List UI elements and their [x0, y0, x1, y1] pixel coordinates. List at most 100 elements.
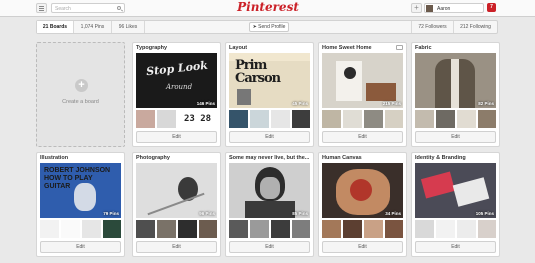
- board-cover[interactable]: 34 Pins: [322, 163, 403, 218]
- tab-pins[interactable]: 1,074 Pins: [74, 21, 112, 33]
- board-identity-branding[interactable]: Identity & Branding 105 Pins Edit: [411, 152, 500, 257]
- board-cover[interactable]: Prim Carson 45 Pins: [229, 53, 310, 108]
- board-cover[interactable]: 96 Pins: [136, 163, 217, 218]
- board-title: Fabric: [415, 45, 432, 51]
- pin-count: 85 Pins: [292, 211, 308, 216]
- thumbnail[interactable]: [103, 220, 121, 238]
- board-cover[interactable]: 82 Pins: [415, 53, 496, 108]
- search-icon[interactable]: [117, 6, 121, 10]
- board-cover[interactable]: Stop Look Around 146 Pins: [136, 53, 217, 108]
- thumbnail[interactable]: [199, 220, 217, 238]
- thumbnail[interactable]: [82, 220, 101, 238]
- thumbnail[interactable]: [478, 110, 496, 128]
- thumbnail[interactable]: [415, 110, 434, 128]
- edit-board-button[interactable]: Edit: [40, 241, 121, 253]
- add-pin-button[interactable]: +: [411, 3, 422, 13]
- board-thumbnails: [229, 110, 310, 128]
- group-board-icon: [396, 45, 403, 50]
- board-title: Illustration: [40, 155, 69, 161]
- thumbnail[interactable]: [250, 110, 269, 128]
- board-home-sweet-home[interactable]: Home Sweet Home 215 Pins Edit: [318, 42, 407, 147]
- notifications-badge[interactable]: 7: [487, 3, 496, 12]
- board-thumbnails: 23 28: [136, 110, 217, 128]
- board-some-may-never-live[interactable]: Some may never live, but the... 85 Pins …: [225, 152, 314, 257]
- create-board-tile[interactable]: + Create a board: [36, 42, 125, 147]
- thumbnail[interactable]: [343, 110, 362, 128]
- board-thumbnails: [415, 220, 496, 238]
- thumbnail[interactable]: [229, 110, 248, 128]
- thumbnail[interactable]: [271, 110, 290, 128]
- thumbnail[interactable]: [136, 220, 155, 238]
- board-thumbnails: [136, 220, 217, 238]
- tab-boards[interactable]: 21 Boards: [37, 21, 74, 33]
- thumbnail[interactable]: [385, 220, 403, 238]
- following-link[interactable]: 212 Following: [453, 21, 497, 33]
- edit-board-button[interactable]: Edit: [136, 131, 217, 143]
- board-layout[interactable]: Layout Prim Carson 45 Pins Edit: [225, 42, 314, 147]
- edit-board-button[interactable]: Edit: [229, 241, 310, 253]
- board-cover[interactable]: 85 Pins: [229, 163, 310, 218]
- hamburger-icon[interactable]: [36, 3, 47, 13]
- board-thumbnails: [322, 220, 403, 238]
- thumbnail[interactable]: [385, 110, 403, 128]
- thumbnail[interactable]: [322, 110, 341, 128]
- board-title: Typography: [136, 45, 168, 51]
- followers-link[interactable]: 72 Followers: [411, 21, 453, 33]
- thumbnail[interactable]: [157, 110, 176, 128]
- thumbnail[interactable]: [415, 220, 434, 238]
- thumbnail[interactable]: 23 28: [178, 110, 217, 128]
- thumbnail[interactable]: [157, 220, 176, 238]
- thumbnail[interactable]: [343, 220, 362, 238]
- thumbnail[interactable]: [436, 220, 455, 238]
- thumbnail[interactable]: [250, 220, 269, 238]
- pin-count: 79 Pins: [103, 211, 119, 216]
- send-profile-button[interactable]: ➤ Send Profile: [249, 22, 289, 32]
- thumbnail[interactable]: [322, 220, 341, 238]
- board-illustration[interactable]: Illustration ROBERT JOHNSON HOW TO PLAY GU…: [36, 152, 125, 257]
- board-cover[interactable]: 105 Pins: [415, 163, 496, 218]
- user-menu-button[interactable]: Aaron: [424, 3, 484, 13]
- thumbnail[interactable]: [292, 110, 310, 128]
- thumbnail[interactable]: [271, 220, 290, 238]
- thumbnail[interactable]: [40, 220, 59, 238]
- board-thumbnails: [415, 110, 496, 128]
- board-fabric[interactable]: Fabric 82 Pins Edit: [411, 42, 500, 147]
- board-cover[interactable]: ROBERT JOHNSON HOW TO PLAY GUITAR 79 Pins: [40, 163, 121, 218]
- edit-board-button[interactable]: Edit: [136, 241, 217, 253]
- edit-board-button[interactable]: Edit: [322, 131, 403, 143]
- thumbnail[interactable]: [364, 110, 383, 128]
- board-title: Human Canvas: [322, 155, 362, 161]
- thumbnail[interactable]: [178, 220, 197, 238]
- user-name: Aaron: [437, 5, 451, 12]
- pin-count: 45 Pins: [292, 101, 308, 106]
- top-bar: Search Pinterest + Aaron 7: [0, 0, 535, 17]
- board-photography[interactable]: Photography 96 Pins Edit: [132, 152, 221, 257]
- thumbnail[interactable]: [292, 220, 310, 238]
- thumbnail[interactable]: [61, 220, 80, 238]
- edit-board-button[interactable]: Edit: [322, 241, 403, 253]
- edit-board-button[interactable]: Edit: [229, 131, 310, 143]
- board-cover[interactable]: 215 Pins: [322, 53, 403, 108]
- board-title: Layout: [229, 45, 248, 51]
- thumbnail[interactable]: [364, 220, 383, 238]
- thumbnail[interactable]: [136, 110, 155, 128]
- thumbnail[interactable]: [457, 110, 476, 128]
- thumbnail[interactable]: [229, 220, 248, 238]
- board-title: Photography: [136, 155, 170, 161]
- board-human-canvas[interactable]: Human Canvas 34 Pins Edit: [318, 152, 407, 257]
- pin-count: 34 Pins: [385, 211, 401, 216]
- plus-circle-icon: +: [75, 79, 88, 92]
- edit-board-button[interactable]: Edit: [415, 241, 496, 253]
- thumbnail[interactable]: [457, 220, 476, 238]
- search-input[interactable]: Search: [51, 3, 125, 13]
- pin-count: 96 Pins: [199, 211, 215, 216]
- thumbnail[interactable]: [436, 110, 455, 128]
- profile-stats-bar: 21 Boards 1,074 Pins 96 Likes ➤ Send Pro…: [36, 20, 498, 34]
- tab-likes[interactable]: 96 Likes: [112, 21, 145, 33]
- send-icon: ➤: [252, 24, 257, 30]
- board-typography[interactable]: Typography Stop Look Around 146 Pins 23 …: [132, 42, 221, 147]
- edit-board-button[interactable]: Edit: [415, 131, 496, 143]
- pinterest-logo[interactable]: Pinterest: [228, 0, 308, 14]
- board-thumbnails: [229, 220, 310, 238]
- thumbnail[interactable]: [478, 220, 496, 238]
